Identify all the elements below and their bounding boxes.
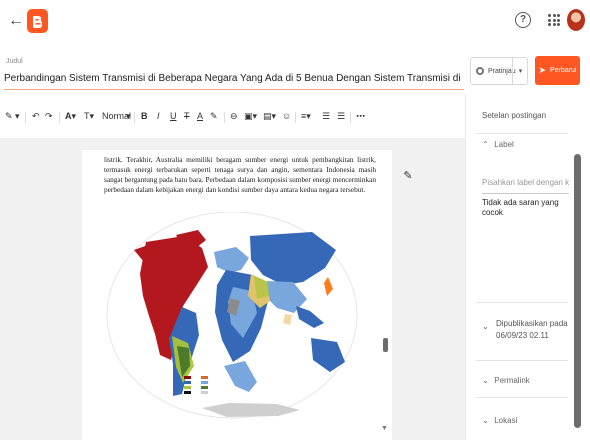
- editor-toolbar: ✎ ▾ ↶ ↷ A▾ T▾ Normal ▾ B I U T A ✎ ⊖ ▣▾ …: [0, 105, 465, 129]
- label-section-toggle[interactable]: ⌃ Label: [482, 140, 514, 149]
- title-label: Judul: [6, 58, 23, 65]
- label-suggestion-text: Tidak ada saran yang cocok: [482, 198, 559, 217]
- edit-pen-icon[interactable]: ✎: [401, 169, 415, 183]
- apps-grid-icon[interactable]: [548, 14, 560, 26]
- preview-dropdown-icon[interactable]: ▾: [512, 57, 528, 85]
- toolbar-divider: [295, 112, 296, 123]
- map-legend: [184, 375, 294, 395]
- published-label: Dipublikasikan pada: [496, 319, 568, 328]
- highlight-icon[interactable]: ✎: [210, 111, 218, 122]
- sidebar-divider: [476, 302, 568, 303]
- toolbar-divider: [350, 112, 351, 123]
- back-arrow-icon[interactable]: ←: [6, 11, 26, 31]
- italic-button[interactable]: I: [157, 111, 160, 122]
- strike-icon[interactable]: T: [184, 111, 190, 122]
- preview-eye-icon: [476, 67, 484, 75]
- top-bar: ← ?: [0, 0, 590, 44]
- title-underline: [4, 89, 464, 90]
- chevron-up-icon: ⌃: [482, 140, 489, 149]
- underline-button[interactable]: U: [170, 111, 177, 122]
- more-options-icon[interactable]: ⋯: [356, 111, 365, 122]
- publish-label: Perbarui: [550, 67, 577, 74]
- align-icon[interactable]: ≡▾: [301, 111, 311, 122]
- label-section-title: Label: [494, 140, 514, 149]
- text-color-icon[interactable]: A▾: [65, 111, 76, 122]
- toolbar-divider: [59, 112, 60, 123]
- post-settings-title: Setelan postingan: [482, 111, 547, 120]
- post-title-area: Judul Perbandingan Sistem Transmisi di B…: [0, 44, 465, 94]
- undo-icon[interactable]: ↶: [32, 111, 40, 122]
- sidebar-divider: [476, 397, 568, 398]
- document-paragraph[interactable]: listrik. Terakhir, Australia memiliki be…: [104, 155, 376, 195]
- published-chevron-icon[interactable]: ⌄: [482, 322, 492, 331]
- sidebar-divider: [476, 360, 568, 361]
- post-settings-sidebar: Setelan postingan ⌃ Label Pisahkan label…: [465, 94, 590, 440]
- permalink-section[interactable]: ⌄ Permalink: [482, 376, 530, 385]
- link-icon[interactable]: ⊖: [230, 111, 238, 122]
- chevron-down-icon: ⌄: [482, 376, 489, 385]
- world-map-image[interactable]: [106, 212, 358, 438]
- sidebar-divider: [476, 133, 568, 134]
- label-input-underline: [482, 193, 569, 194]
- send-icon: ➤: [538, 65, 547, 75]
- location-section[interactable]: ⌄ Lokasi: [482, 416, 517, 425]
- video-icon[interactable]: ▤▾: [263, 111, 276, 122]
- location-label: Lokasi: [494, 416, 518, 425]
- permalink-label: Permalink: [494, 376, 530, 385]
- help-icon[interactable]: ?: [515, 12, 531, 28]
- toolbar-divider: [224, 112, 225, 123]
- published-info[interactable]: Dipublikasikan pada 06/09/23 02.11: [496, 318, 576, 342]
- font-color-button[interactable]: A: [197, 111, 203, 122]
- publish-button[interactable]: ➤ Perbarui: [535, 56, 580, 85]
- indent-icon[interactable]: ☰: [322, 111, 330, 122]
- blogger-logo-icon[interactable]: [27, 9, 48, 33]
- label-input[interactable]: Pisahkan label dengan ko...: [482, 178, 569, 187]
- paragraph-dropdown-icon[interactable]: ▾: [126, 111, 131, 122]
- post-title-input[interactable]: Perbandingan Sistem Transmisi di Beberap…: [4, 73, 461, 84]
- chevron-down-icon: ⌄: [482, 416, 489, 425]
- redo-icon[interactable]: ↷: [45, 111, 53, 122]
- avatar[interactable]: [567, 9, 585, 31]
- outdent-icon[interactable]: ☰: [337, 111, 345, 122]
- document-page[interactable]: listrik. Terakhir, Australia memiliki be…: [82, 150, 392, 440]
- emoji-icon[interactable]: ☺: [282, 111, 291, 122]
- bold-button[interactable]: B: [141, 111, 148, 122]
- document-scrollbar-thumb[interactable]: [383, 338, 388, 352]
- image-icon[interactable]: ▣▾: [244, 111, 257, 122]
- published-date: 06/09/23 02.11: [496, 331, 549, 340]
- document-scroll-down-icon[interactable]: ▼: [381, 425, 388, 432]
- text-size-icon[interactable]: T▾: [84, 111, 94, 122]
- toolbar-divider: [134, 112, 135, 123]
- toolbar-divider: [25, 112, 26, 123]
- pen-icon[interactable]: ✎ ▾: [5, 111, 20, 122]
- sidebar-scrollbar[interactable]: [574, 154, 581, 428]
